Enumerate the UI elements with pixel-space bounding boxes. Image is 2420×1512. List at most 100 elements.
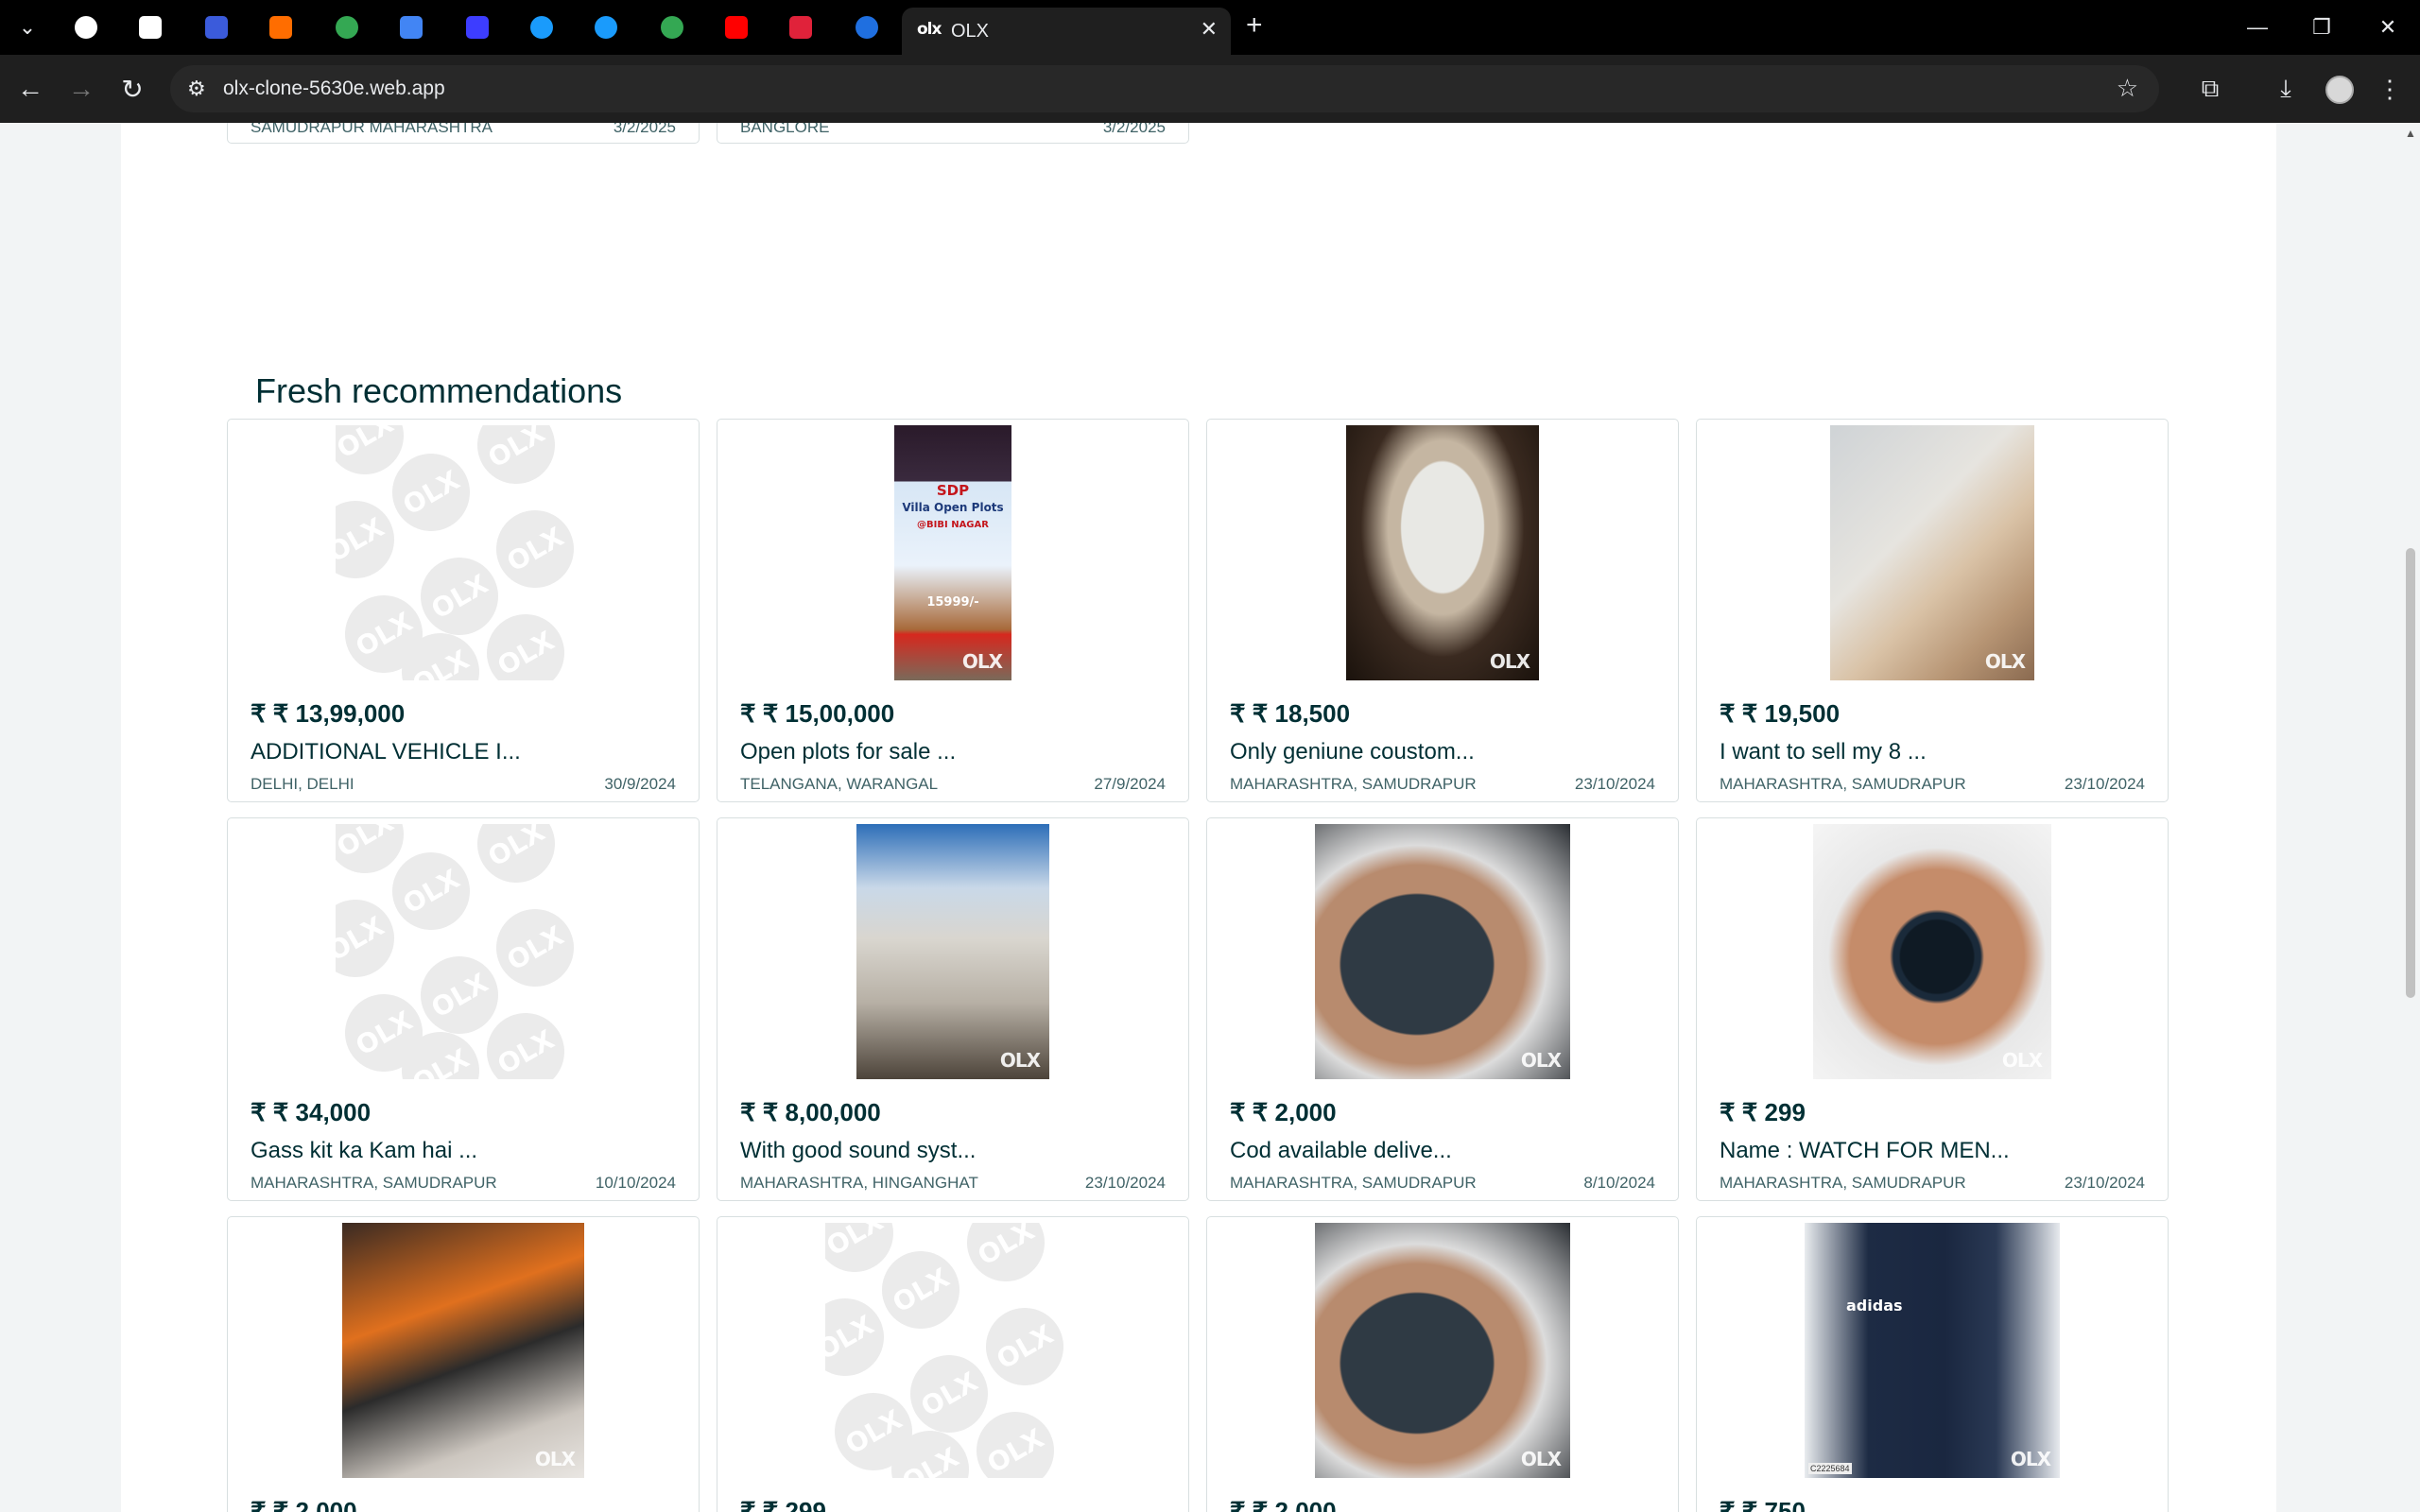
card-date: 8/10/2024	[1583, 1174, 1655, 1192]
listing-card-partial[interactable]: BANGLORE 3/2/2025	[717, 123, 1189, 144]
card-price: ₹ ₹ 299	[740, 1497, 826, 1512]
browser-tab[interactable]	[851, 11, 883, 43]
browser-tab[interactable]	[134, 11, 166, 43]
listing-card[interactable]: OLX ₹ ₹ 18,500 Only geniune coustom... MAHA…	[1206, 419, 1679, 802]
listing-image[interactable]: OLX	[342, 1223, 584, 1478]
restore-icon[interactable]: ❐	[2303, 11, 2341, 43]
browser-tab[interactable]	[656, 11, 688, 43]
circle-app-icon	[530, 16, 553, 39]
card-date: 3/2/2025	[613, 123, 676, 136]
card-date: 30/9/2024	[604, 775, 676, 793]
bird-icon	[789, 16, 812, 39]
minimize-icon[interactable]: —	[2238, 11, 2276, 43]
listing-image[interactable]: OLX OLX OLX OLX OLX OLX OLX OLX OLX	[336, 824, 591, 1079]
olx-badge-icon: OLX	[1984, 650, 2026, 673]
listing-image[interactable]: OLX	[1315, 824, 1570, 1079]
new-tab-plus-icon[interactable]: +	[1246, 9, 1263, 42]
olx-badge-icon: OLX	[1520, 1448, 1562, 1470]
olx-badge-icon: OLX	[2001, 1049, 2043, 1072]
browser-tab[interactable]	[395, 11, 427, 43]
card-price: ₹ ₹ 15,00,000	[740, 699, 895, 728]
listing-image-wrap: OLX	[1207, 425, 1678, 680]
olx-favicon-icon: olx	[917, 20, 942, 39]
browser-toolbar: ← → ↻ ⚙ olx-clone-5630e.web.app ☆ ⧉ ⤓ ⋮	[0, 55, 2420, 123]
menu-kebab-icon[interactable]: ⋮	[2373, 72, 2407, 106]
listing-image[interactable]: OLX	[856, 824, 1049, 1079]
listing-card[interactable]: OLX OLX OLX OLX OLX OLX OLX OLX OLX ₹ ₹ 13,99,000…	[227, 419, 700, 802]
scrollbar[interactable]: ▲	[2401, 123, 2420, 1512]
browser-tab[interactable]	[265, 11, 297, 43]
card-title: Only geniune coustom...	[1230, 739, 1475, 765]
card-price: ₹ ₹ 19,500	[1720, 699, 1841, 728]
tab-search-chevron-icon[interactable]: ⌄	[11, 11, 43, 43]
listing-image[interactable]: OLX	[1315, 1223, 1570, 1478]
card-title: I want to sell my 8 ...	[1720, 739, 1927, 765]
listing-image-wrap: OLX	[717, 824, 1188, 1079]
card-price: ₹ ₹ 2,000	[1230, 1497, 1337, 1512]
olx-badge-icon: OLX	[1520, 1049, 1562, 1072]
reload-icon[interactable]: ↻	[115, 72, 149, 106]
scroll-up-icon[interactable]: ▲	[2405, 127, 2416, 140]
listing-image-wrap: OLX	[1207, 1223, 1678, 1478]
card-price: ₹ ₹ 13,99,000	[251, 699, 406, 728]
listing-image[interactable]: OLX	[1813, 824, 2051, 1079]
extensions-icon[interactable]: ⧉	[2193, 72, 2227, 106]
listing-card[interactable]: OLX ₹ ₹ 8,00,000 With good sound syst... MA…	[717, 817, 1189, 1201]
listing-card[interactable]: OLX OLX OLX OLX OLX OLX OLX OLX OLX ₹ ₹ 34,000 Gas…	[227, 817, 700, 1201]
download-icon[interactable]: ⤓	[2269, 72, 2303, 106]
listing-card-partial[interactable]: SAMUDRAPUR MAHARASHTRA 3/2/2025	[227, 123, 700, 144]
tab-olx[interactable]: olx OLX ✕	[902, 8, 1231, 55]
address-bar[interactable]: ⚙ olx-clone-5630e.web.app ☆	[170, 65, 2159, 112]
listing-card[interactable]: OLX ₹ ₹ 2,000	[227, 1216, 700, 1512]
url-text: olx-clone-5630e.web.app	[223, 77, 445, 99]
back-arrow-icon[interactable]: ←	[13, 72, 47, 106]
browser-tab[interactable]	[590, 11, 622, 43]
circle-app-icon	[595, 16, 617, 39]
olx-badge-icon: OLX	[534, 1448, 576, 1470]
listing-image[interactable]: adidas C2225684 OLX	[1805, 1223, 2060, 1478]
listing-card[interactable]: OLX ₹ ₹ 19,500 I want to sell my 8 ... MAHA…	[1696, 419, 2169, 802]
card-date: 23/10/2024	[1084, 1174, 1166, 1192]
listing-image[interactable]: SDP Villa Open Plots @BIBI NAGAR 15999/- OLX	[894, 425, 1011, 680]
page-viewport: SAMUDRAPUR MAHARASHTRA 3/2/2025 BANGLORE…	[0, 123, 2420, 1512]
globe-icon	[336, 16, 358, 39]
globe-icon	[661, 16, 683, 39]
browser-tab[interactable]	[785, 11, 817, 43]
profile-avatar[interactable]	[2325, 76, 2354, 104]
browser-tab[interactable]	[70, 11, 102, 43]
card-title: With good sound syst...	[740, 1138, 977, 1163]
listing-card[interactable]: SDP Villa Open Plots @BIBI NAGAR 15999/- OLX…	[717, 419, 1189, 802]
listing-image[interactable]: OLX	[1830, 425, 2034, 680]
listing-card[interactable]: OLX OLX OLX OLX OLX OLX OLX OLX OLX ₹ ₹ 299	[717, 1216, 1189, 1512]
bookmark-star-icon[interactable]: ☆	[2117, 74, 2138, 103]
listing-image[interactable]: OLX	[1346, 425, 1539, 680]
card-title: Name : WATCH FOR MEN...	[1720, 1138, 2010, 1163]
card-location: MAHARASHTRA, SAMUDRAPUR	[1720, 1174, 1966, 1192]
forward-arrow-icon[interactable]: →	[64, 72, 98, 106]
scrollbar-thumb[interactable]	[2406, 548, 2415, 998]
olx-badge-icon: OLX	[2010, 1448, 2051, 1470]
card-price: ₹ ₹ 299	[1720, 1098, 1806, 1126]
card-location: BANGLORE	[740, 123, 830, 136]
listing-card[interactable]: OLX ₹ ₹ 299 Name : WATCH FOR MEN... MAHARAS…	[1696, 817, 2169, 1201]
browser-tab[interactable]	[720, 11, 752, 43]
edge-icon	[856, 16, 878, 39]
browser-tab[interactable]	[461, 11, 493, 43]
card-date: 23/10/2024	[1574, 775, 1655, 793]
browser-tab[interactable]	[526, 11, 558, 43]
close-window-icon[interactable]: ✕	[2369, 11, 2407, 43]
listing-card[interactable]: OLX ₹ ₹ 2,000	[1206, 1216, 1679, 1512]
listing-card[interactable]: OLX ₹ ₹ 2,000 Cod available delive... MAHAR…	[1206, 817, 1679, 1201]
card-date: 23/10/2024	[2064, 1174, 2145, 1192]
card-price: ₹ ₹ 34,000	[251, 1098, 372, 1126]
listing-image[interactable]: OLX OLX OLX OLX OLX OLX OLX OLX OLX	[336, 425, 591, 680]
listing-image[interactable]: OLX OLX OLX OLX OLX OLX OLX OLX OLX	[825, 1223, 1080, 1478]
browser-tab[interactable]	[200, 11, 233, 43]
card-date: 23/10/2024	[2064, 775, 2145, 793]
olx-watermark-icon: OLX	[971, 1293, 1079, 1400]
youtube-icon	[725, 16, 748, 39]
site-info-icon[interactable]: ⚙	[187, 77, 206, 101]
tab-close-icon[interactable]: ✕	[1201, 17, 1218, 42]
listing-card[interactable]: adidas C2225684 OLX ₹ ₹ 750	[1696, 1216, 2169, 1512]
browser-tab[interactable]	[331, 11, 363, 43]
